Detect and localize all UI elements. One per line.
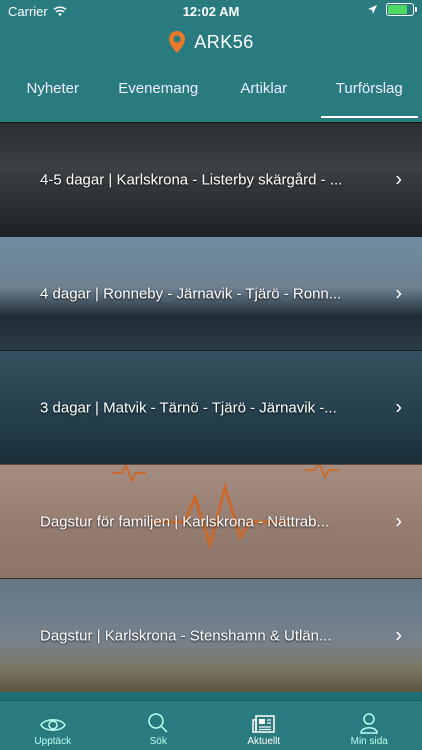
bottom-tab-bar: Upptäck Sök Aktuellt Min sida <box>0 700 422 750</box>
newspaper-icon <box>252 715 275 733</box>
map-pin-icon <box>169 31 186 53</box>
tour-card-title: 4 dagar | Ronneby - Järnavik - Tjärö - R… <box>40 285 342 302</box>
tabbar-label: Sök <box>149 736 167 747</box>
tabbar-min-sida[interactable]: Min sida <box>317 701 422 750</box>
chevron-right-icon: › <box>395 624 402 646</box>
tour-card[interactable]: 3 dagar | Matvik - Tärnö - Tjärö - Järna… <box>0 350 422 464</box>
brand: ARK56 <box>0 30 422 54</box>
tour-card-title: Dagstur för familjen | Karlskrona - Nätt… <box>40 513 329 530</box>
status-right <box>367 3 417 16</box>
tabbar-label: Aktuellt <box>247 736 281 747</box>
tour-card[interactable]: Dagstur för familjen | Karlskrona - Nätt… <box>0 464 422 578</box>
location-arrow-icon <box>368 5 377 14</box>
battery-icon <box>386 3 417 16</box>
eye-icon <box>39 719 66 731</box>
tour-card-title: Dagstur | Karlskrona - Stenshamn & Utlän… <box>40 627 332 644</box>
tab-bar-top: Nyheter Evenemang Artiklar Turförslag <box>0 72 422 122</box>
status-bar: Carrier 12:02 AM <box>0 0 422 22</box>
status-time: 12:02 AM <box>182 4 240 19</box>
search-icon <box>148 713 168 733</box>
chevron-right-icon: › <box>395 168 402 190</box>
chevron-right-icon: › <box>395 396 402 418</box>
app-header: ARK56 Nyheter Evenemang Artiklar Turförs… <box>0 22 422 122</box>
tour-card-title: 4-5 dagar | Karlskrona - Listerby skärgå… <box>40 171 343 188</box>
tour-card-title: 3 dagar | Matvik - Tärnö - Tjärö - Järna… <box>40 399 337 416</box>
tab-evenemang[interactable]: Evenemang <box>106 72 212 122</box>
chevron-right-icon: › <box>395 510 402 532</box>
tour-card[interactable]: Dagstur | Karlskrona - Stenshamn & Utlän… <box>0 578 422 692</box>
tabbar-label: Upptäck <box>34 736 72 747</box>
chevron-right-icon: › <box>395 282 402 304</box>
user-icon <box>360 713 379 734</box>
tab-nyheter[interactable]: Nyheter <box>0 72 106 122</box>
tour-card[interactable]: 4 dagar | Ronneby - Järnavik - Tjärö - R… <box>0 236 422 350</box>
tabbar-aktuellt[interactable]: Aktuellt <box>211 701 317 750</box>
tour-card[interactable]: 4-5 dagar | Karlskrona - Listerby skärgå… <box>0 122 422 236</box>
tabbar-sok[interactable]: Sök <box>106 701 212 750</box>
app-title: ARK56 <box>194 31 254 52</box>
tab-turforslag[interactable]: Turförslag <box>317 72 422 122</box>
tour-list: 4-5 dagar | Karlskrona - Listerby skärgå… <box>0 122 422 700</box>
tabbar-upptack[interactable]: Upptäck <box>0 701 106 750</box>
tabbar-label: Min sida <box>350 736 388 747</box>
tab-artiklar[interactable]: Artiklar <box>211 72 317 122</box>
